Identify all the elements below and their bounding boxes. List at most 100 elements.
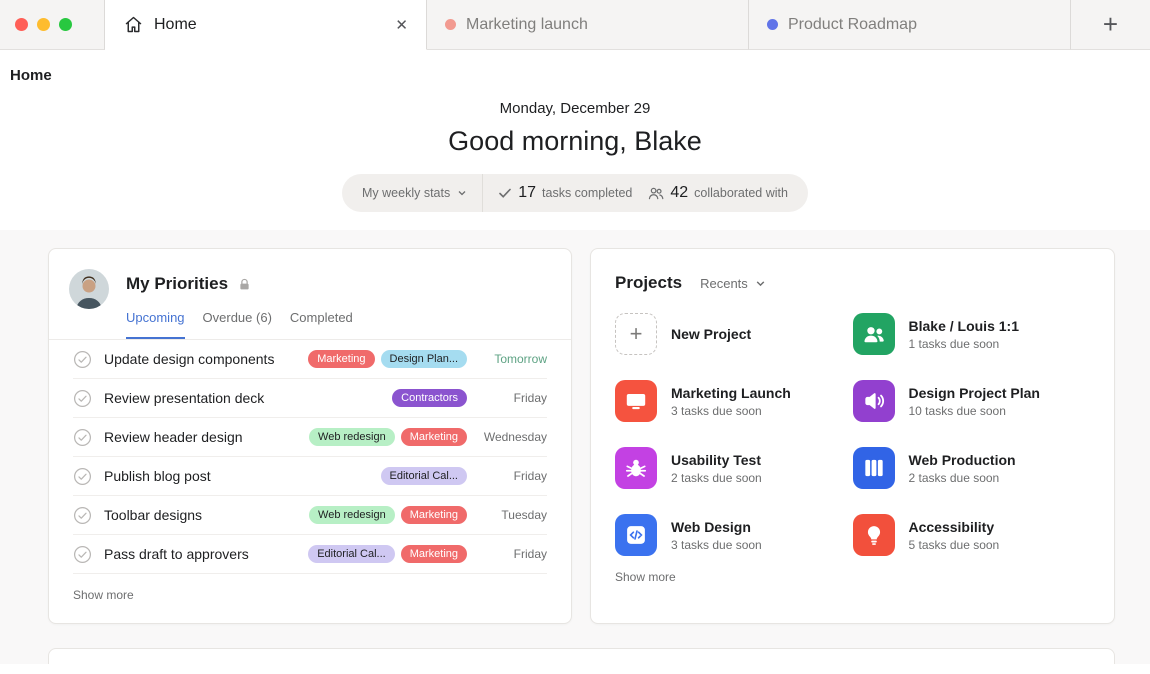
close-tab-icon[interactable]: ✕ [395, 16, 408, 34]
tab-label: Marketing launch [466, 16, 588, 34]
project-name: Marketing Launch [671, 385, 791, 401]
plus-icon: + [615, 313, 657, 355]
task-tag[interactable]: Marketing [401, 506, 467, 524]
bulb-icon [853, 514, 895, 556]
task-row[interactable]: Toolbar designs Web redesignMarketing Tu… [73, 496, 547, 535]
check-circle-icon[interactable] [73, 506, 92, 525]
project-subtitle: 1 tasks due soon [909, 337, 1019, 351]
check-circle-icon[interactable] [73, 389, 92, 408]
task-tag[interactable]: Design Plan... [381, 350, 467, 368]
chevron-down-icon [457, 188, 467, 198]
task-tag[interactable]: Web redesign [309, 428, 395, 446]
tab-product-roadmap[interactable]: Product Roadmap [749, 0, 1071, 50]
task-tags: Web redesign Marketing [309, 428, 467, 446]
priorities-header: My Priorities Upcoming Overdue (6) Compl… [49, 249, 571, 340]
bug-icon [615, 447, 657, 489]
weekly-stats-dropdown[interactable]: My weekly stats [362, 186, 467, 200]
task-due-date: Friday [479, 391, 547, 405]
tab-marketing-launch[interactable]: Marketing launch [427, 0, 749, 50]
tab-bar: Home ✕ Marketing launch Product Roadmap … [0, 0, 1150, 50]
task-row[interactable]: Pass draft to approvers Editorial Cal...… [73, 535, 547, 574]
home-icon [123, 14, 144, 35]
check-circle-icon[interactable] [73, 428, 92, 447]
page-title: Home [0, 50, 1150, 84]
task-due-date: Friday [479, 469, 547, 483]
collaborators-stat: 42 collaborated with [647, 184, 788, 202]
tasks-completed-stat: 17 tasks completed [498, 184, 632, 202]
project-dot-icon [445, 19, 456, 30]
project-name: New Project [671, 326, 751, 342]
project-item[interactable]: + New Project [615, 313, 853, 355]
project-name: Design Project Plan [909, 385, 1040, 401]
task-tag[interactable]: Marketing [401, 545, 467, 563]
project-subtitle: 3 tasks due soon [671, 538, 762, 552]
task-tag[interactable]: Editorial Cal... [381, 467, 467, 485]
task-name: Toolbar designs [104, 507, 202, 523]
tab-completed[interactable]: Completed [290, 310, 353, 339]
show-more-link[interactable]: Show more [73, 588, 547, 602]
lock-icon [237, 277, 252, 292]
divider [482, 174, 483, 212]
project-item[interactable]: Blake / Louis 1:1 1 tasks due soon [853, 313, 1091, 355]
tab-overdue[interactable]: Overdue (6) [203, 310, 272, 339]
recents-dropdown[interactable]: Recents [700, 276, 766, 291]
current-date: Monday, December 29 [0, 100, 1150, 117]
task-due-date: Tomorrow [479, 352, 547, 366]
tab-upcoming[interactable]: Upcoming [126, 310, 185, 339]
task-name: Pass draft to approvers [104, 546, 249, 562]
check-circle-icon[interactable] [73, 350, 92, 369]
minimize-window-button[interactable] [37, 18, 50, 31]
projects-card: Projects Recents + New Project Blake / L… [590, 248, 1115, 624]
project-item[interactable]: Web Production 2 tasks due soon [853, 447, 1091, 489]
columns-icon [853, 447, 895, 489]
project-item[interactable]: Web Design 3 tasks due soon [615, 514, 853, 556]
project-item[interactable]: Usability Test 2 tasks due soon [615, 447, 853, 489]
priorities-title: My Priorities [126, 274, 228, 294]
task-row[interactable]: Review presentation deck Contractors Fri… [73, 379, 547, 418]
task-tag[interactable]: Editorial Cal... [308, 545, 394, 563]
task-tag[interactable]: Contractors [392, 389, 467, 407]
avatar[interactable] [69, 269, 109, 309]
project-name: Blake / Louis 1:1 [909, 318, 1019, 334]
zoom-window-button[interactable] [59, 18, 72, 31]
priorities-tabs: Upcoming Overdue (6) Completed [126, 310, 353, 339]
task-tag[interactable]: Marketing [308, 350, 374, 368]
project-subtitle: 2 tasks due soon [671, 471, 762, 485]
task-row[interactable]: Review header design Web redesignMarketi… [73, 418, 547, 457]
chevron-down-icon [755, 278, 766, 289]
my-priorities-card: My Priorities Upcoming Overdue (6) Compl… [48, 248, 572, 624]
task-tag[interactable]: Web redesign [309, 506, 395, 524]
check-icon [498, 186, 512, 200]
projects-title: Projects [615, 273, 682, 293]
check-circle-icon[interactable] [73, 467, 92, 486]
task-row[interactable]: Update design components MarketingDesign… [73, 340, 547, 379]
tab-label: Product Roadmap [788, 16, 917, 34]
project-subtitle: 5 tasks due soon [909, 538, 1000, 552]
project-item[interactable]: Design Project Plan 10 tasks due soon [853, 380, 1091, 422]
task-row[interactable]: Publish blog post Editorial Cal... Frida… [73, 457, 547, 496]
new-tab-button[interactable]: + [1071, 0, 1150, 50]
check-circle-icon[interactable] [73, 545, 92, 564]
close-window-button[interactable] [15, 18, 28, 31]
tab-home[interactable]: Home ✕ [105, 0, 427, 50]
task-tags: Contractors [392, 389, 467, 407]
show-more-link[interactable]: Show more [615, 570, 1090, 584]
projects-header: Projects Recents [591, 249, 1114, 293]
projects-grid: + New Project Blake / Louis 1:1 1 tasks … [591, 293, 1114, 556]
recents-label: Recents [700, 276, 748, 291]
project-dot-icon [767, 19, 778, 30]
project-item[interactable]: Marketing Launch 3 tasks due soon [615, 380, 853, 422]
task-tag[interactable]: Marketing [401, 428, 467, 446]
task-tags: Marketing Design Plan... [308, 350, 467, 368]
project-subtitle: 3 tasks due soon [671, 404, 791, 418]
tasks-completed-value: 17 [518, 184, 536, 202]
project-name: Web Production [909, 452, 1016, 468]
content-area: My Priorities Upcoming Overdue (6) Compl… [0, 230, 1150, 664]
project-item[interactable]: Accessibility 5 tasks due soon [853, 514, 1091, 556]
task-tags: Web redesign Marketing [309, 506, 467, 524]
tasks-completed-label: tasks completed [542, 186, 632, 200]
weekly-stats-label: My weekly stats [362, 186, 450, 200]
greeting: Good morning, Blake [0, 126, 1150, 157]
collaborators-label: collaborated with [694, 186, 788, 200]
people-icon [647, 185, 664, 202]
